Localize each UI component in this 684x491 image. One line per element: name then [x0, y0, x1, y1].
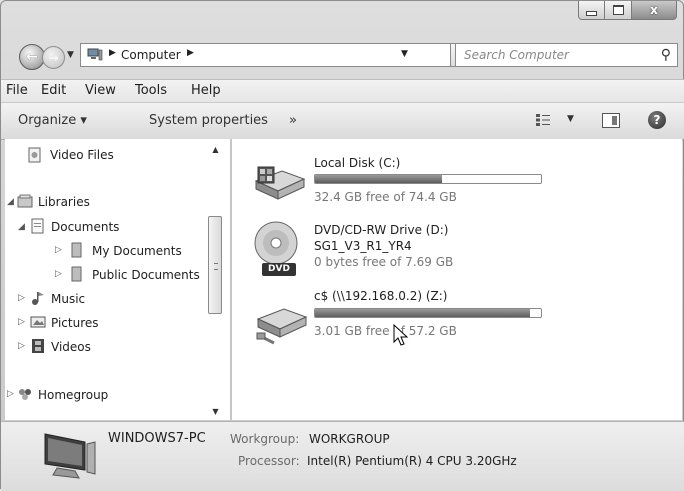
sidebar-item-my-documents[interactable]: My Documents [92, 244, 182, 258]
expand-videos-icon[interactable]: ▷ [18, 341, 25, 351]
dvd-badge: DVD [262, 263, 296, 276]
drive-volume-label: SG1_V3_R1_YR4 [314, 239, 412, 253]
breadcrumb-computer[interactable]: Computer [121, 48, 181, 62]
back-arrow-icon: ← [26, 49, 38, 65]
computer-icon [44, 433, 96, 479]
address-bar[interactable]: ▶ Computer ▶ ▼ [80, 43, 451, 67]
search-box: ⚲ [455, 43, 678, 67]
drive-free-space: 32.4 GB free of 74.4 GB [314, 190, 457, 204]
view-options-dropdown-icon[interactable]: ▼ [567, 114, 574, 124]
drive-free-space: 0 bytes free of 7.69 GB [314, 255, 454, 269]
menu-tools[interactable]: Tools [135, 83, 167, 98]
close-button[interactable]: x [632, 1, 677, 20]
processor-label: Processor: [238, 454, 300, 468]
workgroup-value: WORKGROUP [309, 432, 390, 446]
video-file-icon [28, 147, 41, 163]
expand-public-documents-icon[interactable]: ▷ [55, 269, 62, 279]
menu-edit[interactable]: Edit [41, 83, 66, 98]
address-dropdown-icon[interactable]: ▼ [401, 49, 408, 59]
navigation-scrollbar[interactable]: ▲ ▼ [206, 139, 225, 420]
minimize-button[interactable] [578, 1, 605, 20]
change-view-icon[interactable] [536, 113, 550, 127]
minimize-icon [586, 10, 597, 16]
documents-icon [31, 218, 44, 234]
sidebar-item-music[interactable]: Music [51, 292, 85, 306]
drive-name: DVD/CD-RW Drive (D:) [314, 223, 449, 237]
expand-homegroup-icon[interactable]: ▷ [7, 389, 14, 399]
navigation-pane: Video Files ◢ Libraries ◢ Documents ▷ My… [5, 139, 230, 420]
sidebar-item-video-files[interactable]: Video Files [50, 148, 114, 162]
scrollbar-thumb[interactable] [208, 216, 222, 314]
menu-bar: File Edit View Tools Help [1, 79, 684, 102]
forward-button[interactable]: → [42, 46, 65, 69]
computer-name: WINDOWS7-PC [108, 431, 206, 446]
drive-usage-fill [315, 309, 530, 317]
maximize-icon [612, 5, 624, 15]
pictures-icon [30, 316, 46, 328]
drive-usage-bar [314, 308, 542, 318]
system-properties-button[interactable]: System properties [149, 113, 268, 128]
sidebar-item-videos[interactable]: Videos [51, 340, 91, 354]
scroll-grip-icon [214, 263, 218, 270]
sidebar-item-homegroup[interactable]: Homegroup [38, 388, 108, 402]
libraries-icon [17, 194, 33, 208]
menu-help[interactable]: Help [191, 83, 221, 98]
sidebar-item-libraries[interactable]: Libraries [38, 195, 90, 209]
search-icon[interactable]: ⚲ [661, 47, 671, 63]
organize-button[interactable]: Organize ▾ [18, 113, 87, 128]
drive-usage-bar [314, 174, 542, 184]
drive-name: Local Disk (C:) [314, 156, 401, 170]
preview-pane-icon[interactable] [602, 113, 620, 128]
folder-icon [71, 266, 82, 282]
expand-my-documents-icon[interactable]: ▷ [55, 245, 62, 255]
processor-value: Intel(R) Pentium(R) 4 CPU 3.20GHz [307, 454, 517, 468]
workgroup-label: Workgroup: [230, 432, 300, 446]
mouse-cursor-icon [393, 324, 409, 346]
command-bar: Organize ▾ System properties » ▼ ? [1, 102, 684, 140]
sidebar-item-public-documents[interactable]: Public Documents [92, 268, 200, 282]
sidebar-item-documents[interactable]: Documents [51, 220, 119, 234]
more-commands-button[interactable]: » [289, 113, 297, 128]
breadcrumb-separator-icon[interactable]: ▶ [109, 48, 116, 58]
hard-disk-icon [254, 166, 306, 200]
recent-pages-dropdown-icon[interactable]: ▼ [67, 50, 74, 60]
caption-buttons: x [578, 1, 677, 20]
details-pane: WINDOWS7-PC Workgroup: WORKGROUP Process… [1, 421, 684, 491]
videos-icon [32, 339, 44, 353]
expand-pictures-icon[interactable]: ▷ [18, 317, 25, 327]
drive-usage-fill [315, 175, 442, 183]
sidebar-item-pictures[interactable]: Pictures [51, 316, 99, 330]
menu-view[interactable]: View [85, 83, 116, 98]
network-drive-icon [256, 308, 308, 345]
navigation-bar: ← → ▼ ▶ Computer ▶ ▼ ⇆ ⚲ [1, 34, 684, 74]
scroll-down-icon[interactable]: ▼ [206, 407, 225, 416]
scroll-up-icon[interactable]: ▲ [206, 145, 225, 154]
computer-icon [87, 48, 103, 61]
forward-arrow-icon: → [48, 50, 59, 65]
close-icon: x [650, 3, 658, 17]
drive-name: c$ (\\192.168.0.2) (Z:) [314, 289, 448, 303]
homegroup-icon [19, 389, 31, 400]
drive-free-space: 3.01 GB free of 57.2 GB [314, 324, 457, 338]
expand-libraries-icon[interactable]: ◢ [7, 197, 14, 207]
explorer-window: x ← → ▼ ▶ Computer ▶ ▼ ⇆ ⚲ File Edit Vie… [0, 0, 684, 491]
search-input[interactable] [456, 44, 646, 66]
menu-file[interactable]: File [6, 83, 28, 98]
expand-music-icon[interactable]: ▷ [18, 293, 25, 303]
maximize-button[interactable] [605, 1, 632, 20]
expand-documents-icon[interactable]: ◢ [18, 222, 25, 232]
breadcrumb-separator-icon[interactable]: ▶ [187, 48, 194, 58]
music-icon [32, 292, 44, 305]
content-pane: Local Disk (C:) 32.4 GB free of 74.4 GB … [232, 139, 682, 420]
help-icon[interactable]: ? [648, 111, 666, 129]
folder-icon [71, 242, 82, 258]
